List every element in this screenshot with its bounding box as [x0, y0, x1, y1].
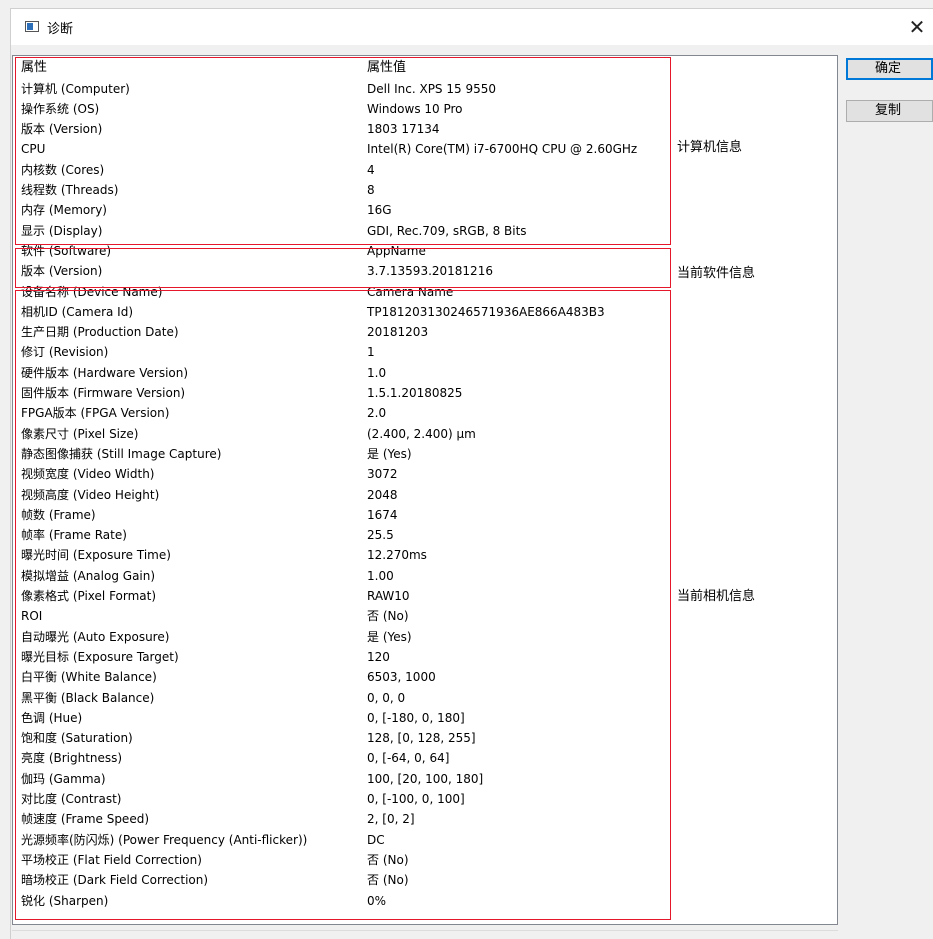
computer-info-highlight: [15, 57, 671, 245]
dialog-title: 诊断: [47, 22, 74, 37]
property-list[interactable]: 属性 属性值 计算机 (Computer) Dell Inc. XPS 15 95…: [12, 55, 838, 925]
copy-button[interactable]: 复制: [846, 100, 933, 122]
diagnostics-dialog: 诊断 ✕ 属性 属性值 计算机 (Computer) Dell Inc. XPS …: [0, 0, 933, 939]
close-button[interactable]: ✕: [901, 9, 933, 45]
group-label-software: 当前软件信息: [677, 266, 756, 281]
group-label-camera: 当前相机信息: [677, 589, 756, 604]
title-bar: 诊断 ✕: [11, 9, 933, 45]
app-window-icon: [25, 21, 39, 32]
group-label-computer: 计算机信息: [677, 140, 743, 155]
ok-button[interactable]: 确定: [846, 58, 933, 80]
camera-info-highlight: [15, 290, 671, 920]
software-info-highlight: [15, 248, 671, 288]
